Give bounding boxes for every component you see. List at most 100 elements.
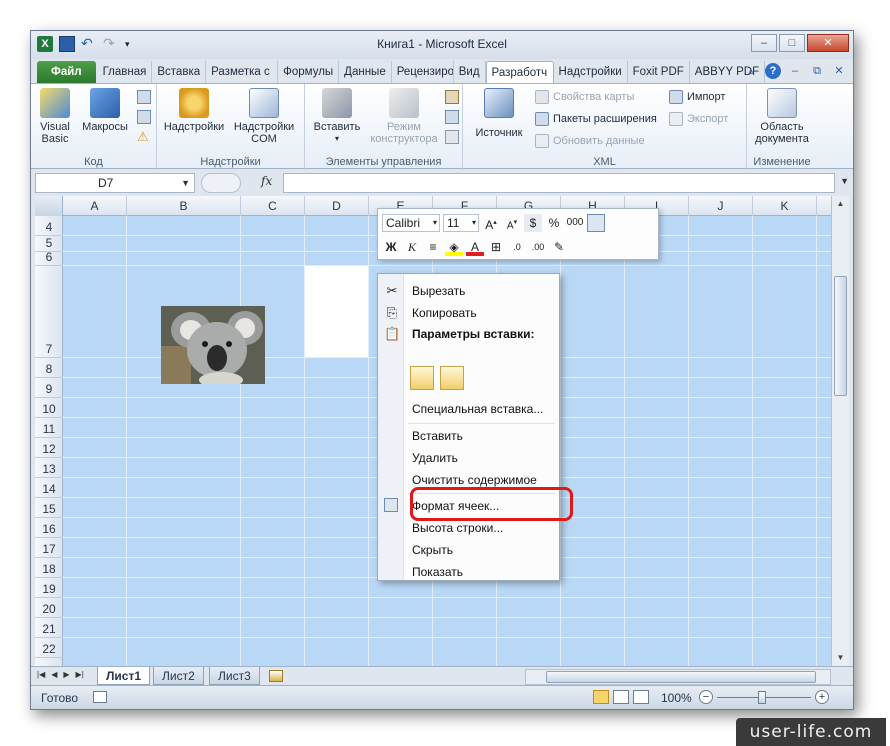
row-header[interactable]: 21 [35, 618, 63, 638]
column-header-j[interactable]: J [689, 196, 753, 216]
active-cell-d7[interactable] [305, 266, 368, 357]
menu-row-height[interactable]: Высота строки... [412, 521, 503, 535]
row-header[interactable]: 11 [35, 418, 63, 438]
scroll-up-icon[interactable]: ▲ [833, 196, 848, 212]
column-header-d[interactable]: D [305, 196, 369, 216]
menu-clear-contents[interactable]: Очистить содержимое [412, 473, 537, 487]
row-header[interactable]: 9 [35, 378, 63, 398]
row-header[interactable]: 13 [35, 458, 63, 478]
format-painter-icon[interactable]: ✎ [550, 238, 568, 256]
select-all-corner[interactable] [35, 196, 63, 216]
column-header-c[interactable]: C [241, 196, 305, 216]
menu-paste-special[interactable]: Специальная вставка... [412, 402, 543, 416]
paste-option-1[interactable] [410, 366, 434, 390]
row-header[interactable]: 19 [35, 578, 63, 598]
scroll-down-icon[interactable]: ▼ [833, 650, 848, 666]
column-header-k[interactable]: K [753, 196, 817, 216]
macro-record-status-icon[interactable] [93, 691, 107, 703]
menu-insert[interactable]: Вставить [412, 429, 463, 443]
workbook-close-icon[interactable]: ✕ [831, 63, 847, 79]
horizontal-scrollbar[interactable] [525, 669, 831, 685]
increase-decimal-icon[interactable]: .0 [508, 238, 526, 256]
maximize-button[interactable]: □ [779, 34, 805, 52]
format-table-icon[interactable] [587, 214, 605, 232]
help-icon[interactable]: ? [765, 63, 781, 79]
fill-color-icon[interactable]: ◈ [445, 238, 463, 256]
insert-function-icon[interactable]: fx [261, 174, 272, 188]
tab-foxit-pdf[interactable]: Foxit PDF [628, 61, 690, 83]
sheet-tab-2[interactable]: Лист2 [153, 667, 204, 685]
addins-button[interactable]: Надстройки [161, 88, 227, 133]
next-sheet-icon[interactable]: ▶ [63, 670, 69, 679]
increase-font-icon[interactable]: A▴ [482, 214, 500, 232]
tab-view[interactable]: Вид [454, 61, 486, 83]
minimize-button[interactable]: – [751, 34, 777, 52]
zoom-slider-thumb[interactable] [758, 691, 766, 704]
xml-export-button[interactable]: Экспорт [669, 112, 728, 126]
number-format-icon[interactable]: $ [524, 214, 542, 232]
map-properties-button[interactable]: Свойства карты [535, 90, 634, 104]
borders-icon[interactable]: ⊞ [487, 238, 505, 256]
record-macro-icon[interactable] [137, 90, 151, 104]
page-layout-view-icon[interactable] [613, 690, 629, 704]
thousands-separator-icon[interactable]: 000 [566, 214, 584, 232]
run-dialog-icon[interactable] [445, 130, 459, 144]
normal-view-icon[interactable] [593, 690, 609, 704]
com-addins-button[interactable]: Надстройки COM [229, 88, 299, 145]
macro-security-icon[interactable]: ⚠ [137, 130, 151, 144]
document-panel-button[interactable]: Область документа [749, 88, 815, 145]
tab-developer[interactable]: Разработч [485, 61, 554, 83]
decrease-decimal-icon[interactable]: .00 [529, 238, 547, 256]
italic-icon[interactable]: К [403, 238, 421, 256]
last-sheet-icon[interactable]: ▶| [76, 670, 84, 679]
sheet-tab-3[interactable]: Лист3 [209, 667, 260, 685]
vertical-scrollbar[interactable]: ▲ ▼ [831, 196, 849, 666]
formula-input[interactable] [283, 173, 835, 193]
column-header-a[interactable]: A [63, 196, 127, 216]
align-center-icon[interactable]: ≡ [424, 238, 442, 256]
tab-review[interactable]: Рецензиро [392, 61, 454, 83]
properties-icon[interactable] [445, 90, 459, 104]
row-header[interactable]: 8 [35, 358, 63, 378]
xml-import-button[interactable]: Импорт [669, 90, 725, 104]
row-header[interactable]: 20 [35, 598, 63, 618]
row-header[interactable]: 15 [35, 498, 63, 518]
menu-cut[interactable]: Вырезать [412, 284, 465, 298]
design-mode-button[interactable]: Режим конструктора [367, 88, 441, 145]
row-header[interactable]: 22 [35, 638, 63, 658]
tab-addins[interactable]: Надстройки [554, 61, 628, 83]
macros-button[interactable]: Макросы [79, 88, 131, 133]
zoom-level[interactable]: 100% [661, 691, 692, 705]
row-header[interactable]: 6 [35, 250, 63, 266]
vertical-scroll-thumb[interactable] [834, 276, 847, 396]
name-box-dropdown-icon[interactable]: ▼ [181, 174, 190, 192]
row-header[interactable]: 16 [35, 518, 63, 538]
menu-hide[interactable]: Скрыть [412, 543, 453, 557]
menu-delete[interactable]: Удалить [412, 451, 458, 465]
row-header[interactable]: 4 [35, 216, 63, 236]
font-name-select[interactable]: Calibri ▾ [382, 214, 440, 232]
sheet-tab-1[interactable]: Лист1 [97, 667, 151, 685]
page-break-view-icon[interactable] [633, 690, 649, 704]
visual-basic-button[interactable]: Visual Basic [35, 88, 75, 145]
tab-page-layout[interactable]: Разметка с [206, 61, 279, 83]
insert-control-button[interactable]: Вставить ▾ [309, 88, 365, 145]
tab-formulas[interactable]: Формулы [278, 61, 340, 83]
workbook-restore-icon[interactable]: ⧉ [809, 63, 825, 79]
row-header[interactable]: 17 [35, 538, 63, 558]
row-header[interactable]: 10 [35, 398, 63, 418]
column-header-b[interactable]: B [127, 196, 241, 216]
first-sheet-icon[interactable]: |◀ [37, 670, 45, 679]
close-button[interactable]: ✕ [807, 34, 849, 52]
relative-refs-icon[interactable] [137, 110, 151, 124]
tab-home[interactable]: Главная [98, 61, 153, 83]
refresh-data-button[interactable]: Обновить данные [535, 134, 645, 148]
horizontal-scroll-thumb[interactable] [546, 671, 816, 683]
view-code-icon[interactable] [445, 110, 459, 124]
name-box[interactable]: D7 ▼ [35, 173, 195, 193]
workbook-minimize-icon[interactable]: – [787, 63, 803, 79]
insert-sheet-icon[interactable] [269, 670, 283, 682]
xml-source-button[interactable]: Источник [469, 88, 529, 139]
tab-data[interactable]: Данные [339, 61, 392, 83]
percent-style-icon[interactable]: % [545, 214, 563, 232]
